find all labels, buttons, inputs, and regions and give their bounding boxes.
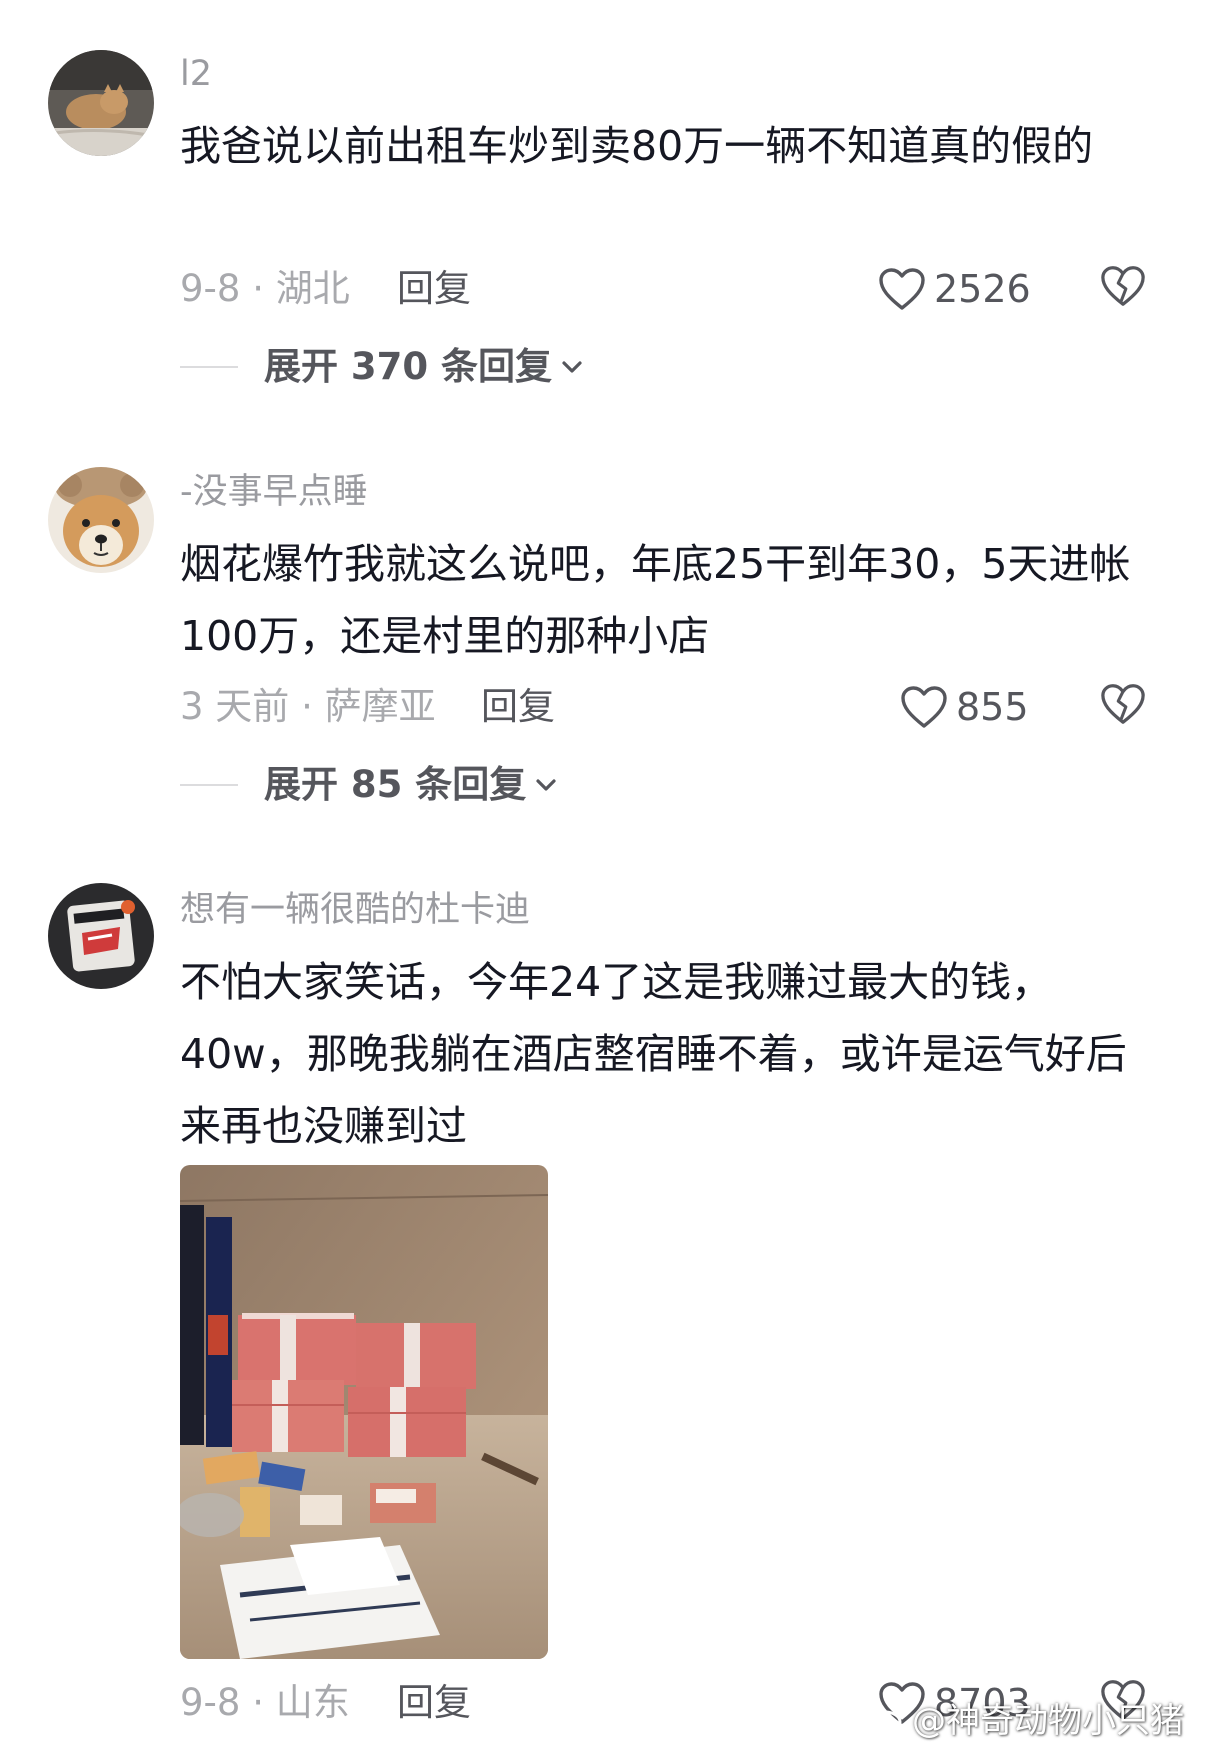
expand-replies-label: 展开 85 条回复 xyxy=(264,763,527,806)
broken-heart-icon xyxy=(1101,266,1145,306)
username[interactable]: l2 xyxy=(180,52,212,96)
comment-text: 我爸说以前出租车炒到卖80万一辆不知道真的假的 xyxy=(180,122,1094,170)
watermark-text: @神奇动物小只猪 xyxy=(912,1701,1184,1741)
expand-replies-button[interactable]: 展开 370 条回复 xyxy=(180,344,584,390)
like-count: 2526 xyxy=(934,267,1031,311)
expand-replies-button[interactable]: 展开 85 条回复 xyxy=(180,762,558,808)
watermark: @神奇动物小只猪 xyxy=(868,1693,1184,1742)
like-button[interactable]: 2526 xyxy=(878,266,1031,312)
heart-icon xyxy=(879,268,925,310)
chevron-down-icon xyxy=(562,361,582,373)
avatar[interactable] xyxy=(48,467,154,573)
reply-button[interactable]: 回复 xyxy=(481,684,555,730)
comment-text: 烟花爆竹我就这么说吧，年底25干到年30，5天进帐100万，还是村里的那种小店 xyxy=(180,540,1131,660)
like-count: 855 xyxy=(956,685,1029,729)
shiba-dog-avatar-icon xyxy=(48,467,154,573)
chevron-down-icon xyxy=(536,779,556,791)
reply-button[interactable]: 回复 xyxy=(397,1680,471,1726)
dislike-button[interactable] xyxy=(1100,264,1146,312)
comment-meta: 9-8 · 湖北 xyxy=(180,267,350,310)
avatar[interactable] xyxy=(48,50,154,156)
dark-sticker-avatar-icon xyxy=(48,883,154,989)
comment-meta: 9-8 · 山东 xyxy=(180,1681,350,1724)
broken-heart-icon xyxy=(1101,684,1145,724)
weibo-logo-icon xyxy=(868,1705,905,1733)
username[interactable]: 想有一辆很酷的杜卡迪 xyxy=(180,888,530,932)
divider-dash xyxy=(180,366,238,368)
divider-dash xyxy=(180,784,238,786)
reply-button[interactable]: 回复 xyxy=(397,266,471,312)
cat-photo-avatar-icon xyxy=(48,50,154,156)
comment-meta: 3 天前 · 萨摩亚 xyxy=(180,685,436,728)
stacks-of-cash-photo-icon xyxy=(180,1165,548,1659)
heart-icon xyxy=(901,686,947,728)
dislike-button[interactable] xyxy=(1100,682,1146,730)
avatar[interactable] xyxy=(48,883,154,989)
like-button[interactable]: 855 xyxy=(900,684,1029,730)
comment-text: 不怕大家笑话，今年24了这是我赚过最大的钱，40w，那晚我躺在酒店整宿睡不着，或… xyxy=(180,958,1127,1150)
comment-photo[interactable] xyxy=(180,1165,548,1659)
username[interactable]: -没事早点睡 xyxy=(180,470,368,514)
expand-replies-label: 展开 370 条回复 xyxy=(264,345,552,388)
